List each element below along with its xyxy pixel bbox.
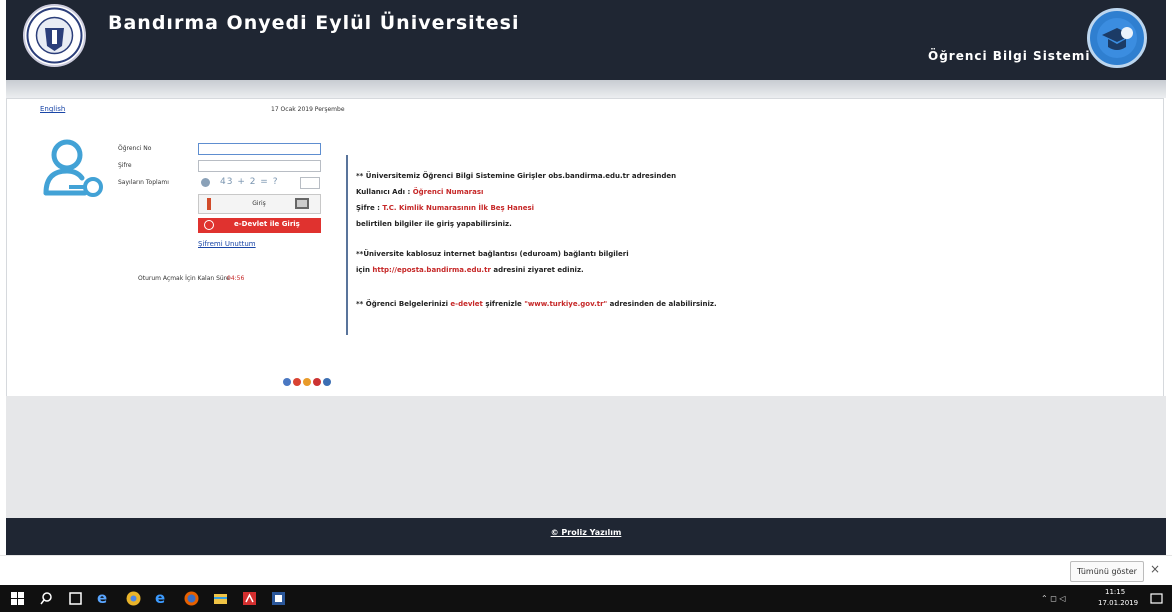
current-date: 17 Ocak 2019 Perşembe [271,106,345,113]
session-timer-label: Oturum Açmak İçin Kalan Süre [138,275,230,282]
edevlet-login-button[interactable]: e-Devlet ile Giriş [198,218,321,233]
windows-start-icon[interactable] [10,591,25,606]
notification-center-icon[interactable] [1149,591,1164,606]
firefox-icon[interactable] [184,591,199,606]
windows-taskbar: e e ⌃ ◻ ◁ 11:15 17.01.2019 [0,585,1172,612]
clock-date: 17.01.2019 [1098,599,1139,607]
session-timer-value: 04:56 [227,275,245,282]
info-line-1: ** Üniversitemiz Öğrenci Bilgi Sistemine… [356,172,677,180]
edge-icon[interactable]: e [155,591,170,606]
word-icon[interactable] [271,591,286,606]
login-button[interactable]: Giriş [239,198,279,210]
browser-icon-3 [303,378,311,386]
info-line-6: için http://eposta.bandirma.edu.tr adres… [356,266,584,274]
login-button-row: Giriş [198,194,321,214]
info-line-4: belirtilen bilgiler ile giriş yapabilirs… [356,220,512,228]
english-link[interactable]: English [40,105,65,113]
close-icon[interactable]: × [1150,562,1160,576]
page-filler [6,396,1166,518]
captcha-label: Sayıların Toplamı [118,179,169,186]
browser-icon-2 [293,378,301,386]
captcha-image: 43 + 2 = ? [198,176,298,190]
keyboard-icon[interactable] [295,198,309,209]
login-panel: English 17 Ocak 2019 Perşembe Öğrenci No… [6,98,1164,397]
student-no-label: Öğrenci No [118,145,152,152]
site-header: Bandırma Onyedi Eylül Üniversitesi Öğren… [6,0,1166,80]
info-line-3: Şifre : T.C. Kimlik Numarasının İlk Beş … [356,204,535,212]
browser-icon-1 [283,378,291,386]
clock-time: 11:15 [1105,588,1126,596]
system-subtitle: Öğrenci Bilgi Sistemi [928,49,1091,63]
footer-link[interactable]: © Proliz Yazılım [6,528,1166,537]
task-view-icon[interactable] [68,591,83,606]
edevlet-button-label: e-Devlet ile Giriş [234,220,300,228]
university-logo [23,4,86,67]
site-footer: © Proliz Yazılım [6,518,1166,555]
search-icon[interactable] [39,591,54,606]
student-no-input[interactable] [198,143,321,155]
tray-icons: ⌃ ◻ ◁ [1041,594,1066,603]
forgot-password-link[interactable]: Şifremi Unuttum [198,240,256,248]
password-label: Şifre [118,162,132,169]
show-all-button[interactable]: Tümünü göster [1070,561,1144,582]
captcha-text: 43 + 2 = ? [220,177,279,187]
obs-logo [1087,8,1147,68]
accessibility-icon[interactable] [207,198,217,210]
ie-browser-icon[interactable]: e [97,591,112,606]
info-line-5: **Üniversite kablosuz internet bağlantıs… [356,250,629,258]
browser-icons [283,378,343,388]
browser-icon-5 [323,378,331,386]
edevlet-icon [204,220,214,230]
chrome-icon[interactable] [126,591,141,606]
pdf-reader-icon[interactable] [242,591,257,606]
university-title: Bandırma Onyedi Eylül Üniversitesi [108,12,520,34]
captcha-refresh-icon[interactable] [201,178,210,187]
captcha-input[interactable] [300,177,320,189]
info-divider [346,155,348,335]
user-icon [41,137,105,201]
password-input[interactable] [198,160,321,172]
notification-bar: Tümünü göster × [0,555,1172,586]
file-explorer-icon[interactable] [213,591,228,606]
eposta-link[interactable]: http://eposta.bandirma.edu.tr [372,266,491,274]
browser-icon-4 [313,378,321,386]
info-line-2: Kullanıcı Adı : Öğrenci Numarası [356,188,484,196]
info-line-7: ** Öğrenci Belgelerinizi e-devlet şifren… [356,300,717,308]
header-shadow [6,80,1166,98]
